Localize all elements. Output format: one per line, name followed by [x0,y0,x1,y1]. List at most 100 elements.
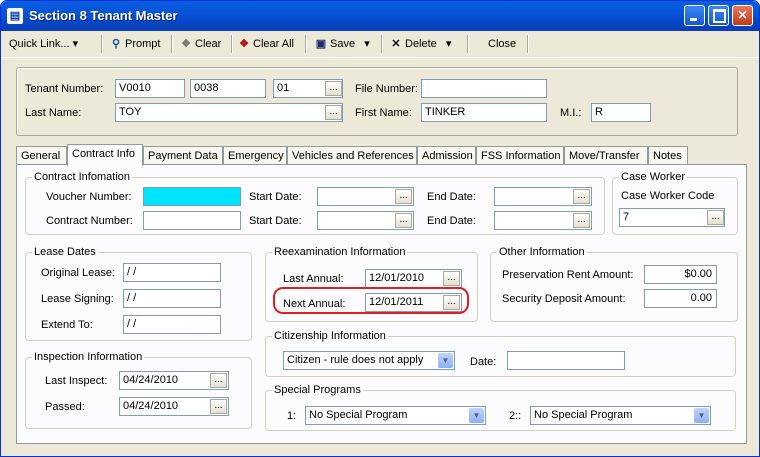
toolbar-divider [171,35,173,53]
special-program-1-select[interactable]: No Special Program ▼ [305,406,486,425]
passed-picker[interactable]: ... [210,399,227,414]
minimize-button[interactable] [684,5,705,26]
save-button[interactable]: ▣ Save ▾ [314,36,370,52]
voucher-number-field[interactable] [143,187,241,206]
window-title: Section 8 Tenant Master [29,8,178,23]
inspection-group: Inspection Information [25,351,252,429]
clear-all-button[interactable]: ❖ Clear All [237,36,294,52]
tenant-lookup-button[interactable]: ... [325,81,342,96]
toolbar: Quick Link... ▾ ⚲ Prompt ❖ Clear ❖ Clear Al… [1,31,759,58]
start-date-picker-2[interactable]: ... [395,213,412,228]
chevron-down-icon: ▼ [469,408,484,423]
end-date-picker-1[interactable]: ... [573,189,590,204]
tab-general[interactable]: General [16,146,67,165]
contract-number-field[interactable] [143,211,241,230]
last-annual-picker[interactable]: ... [443,271,460,286]
close-button[interactable]: Close [488,36,516,52]
maximize-icon [713,9,726,23]
clear-button[interactable]: ❖ Clear [179,36,221,52]
tab-vehicles-references[interactable]: Vehicles and References [287,146,417,165]
tenant-number-field-2[interactable]: 0038 [190,79,266,98]
end-date-picker-2[interactable]: ... [573,213,590,228]
maximize-button[interactable] [708,5,729,26]
tab-admission[interactable]: Admission [417,146,476,165]
title-bar[interactable]: ▤ Section 8 Tenant Master ✕ [1,1,759,31]
toolbar-divider [305,35,307,53]
tab-contract-info[interactable]: Contract Info [67,144,143,166]
security-deposit-label: Security Deposit Amount: [502,293,626,305]
preservation-rent-field[interactable]: $0.00 [644,265,717,284]
toolbar-divider [467,35,469,53]
main-window: ▤ Section 8 Tenant Master ✕ Quick Link..… [0,0,760,457]
save-label: Save [330,38,356,50]
last-name-field[interactable]: TOY [115,103,343,122]
tab-notes[interactable]: Notes [648,146,688,165]
clear-all-label: Clear All [253,38,294,50]
prompt-label: Prompt [125,38,161,50]
start-date-picker-1[interactable]: ... [395,189,412,204]
quick-link-label: Quick Link... [9,38,70,50]
special-programs-legend: Special Programs [274,384,361,396]
citizenship-value: Citizen - rule does not apply [287,354,424,366]
citizenship-date-field[interactable] [507,351,625,370]
toolbar-divider [527,35,529,53]
delete-label: Delete [405,38,437,50]
close-window-button[interactable]: ✕ [732,5,753,26]
lease-signing-field[interactable]: / / [123,289,221,308]
first-name-label: First Name: [355,107,412,119]
tenant-header-panel [16,67,738,136]
original-lease-label: Original Lease: [41,267,115,279]
clear-all-icon: ❖ [239,38,249,50]
mi-label: M.I.: [560,107,582,119]
case-worker-code-label: Case Worker Code [621,190,715,202]
extend-to-field[interactable]: / / [123,315,221,334]
start-date-label-2: Start Date: [249,215,302,227]
inspection-legend: Inspection Information [34,351,143,363]
last-inspect-picker[interactable]: ... [210,373,227,388]
file-number-field[interactable] [421,79,547,98]
tab-emergency[interactable]: Emergency [223,146,287,165]
app-icon: ▤ [7,8,23,24]
close-label: Close [488,38,517,50]
first-name-field[interactable]: TINKER [421,103,547,122]
special-program-2-value: No Special Program [534,409,633,421]
tab-payment-data[interactable]: Payment Data [143,146,223,165]
delete-button[interactable]: ✕ Delete ▾ [389,36,451,52]
tenant-number-label: Tenant Number: [25,83,104,95]
security-deposit-field[interactable]: 0.00 [644,289,717,308]
prompt-button[interactable]: ⚲ Prompt [109,36,161,52]
last-annual-label: Last Annual: [283,273,344,285]
end-date-label-2: End Date: [427,215,476,227]
special-program-1-label: 1: [287,410,297,422]
chevron-down-icon: ▾ [358,38,370,50]
case-worker-lookup-button[interactable]: ... [707,210,724,225]
special-program-2-select[interactable]: No Special Program ▼ [530,406,711,425]
next-annual-highlight [273,287,469,314]
quick-link-button[interactable]: Quick Link... ▾ [9,36,78,52]
chevron-down-icon: ▼ [694,408,709,423]
mi-field[interactable]: R [591,103,651,122]
voucher-number-label: Voucher Number: [46,191,132,203]
citizenship-select[interactable]: Citizen - rule does not apply ▼ [283,351,455,370]
last-name-lookup-button[interactable]: ... [325,105,342,120]
clear-label: Clear [195,38,222,50]
tenant-number-field-1[interactable]: V0010 [115,79,185,98]
close-icon: ✕ [737,8,748,22]
other-info-group: Other Information [490,246,738,322]
original-lease-field[interactable]: / / [123,263,221,282]
contract-info-legend: Contract Infomation [34,171,130,183]
toolbar-divider [101,35,103,53]
toolbar-divider [231,35,233,53]
case-worker-legend: Case Worker [621,171,685,183]
reexamination-legend: Reexamination Information [274,246,406,258]
minimize-icon [690,18,697,21]
last-inspect-label: Last Inspect: [45,375,108,387]
tab-fss-information[interactable]: FSS Information [476,146,564,165]
toolbar-divider [381,35,383,53]
start-date-label-1: Start Date: [249,191,302,203]
lease-dates-legend: Lease Dates [34,246,96,258]
extend-to-label: Extend To: [41,319,93,331]
tab-move-transfer[interactable]: Move/Transfer [564,146,648,165]
other-info-legend: Other Information [499,246,585,258]
chevron-down-icon: ▾ [72,38,79,50]
